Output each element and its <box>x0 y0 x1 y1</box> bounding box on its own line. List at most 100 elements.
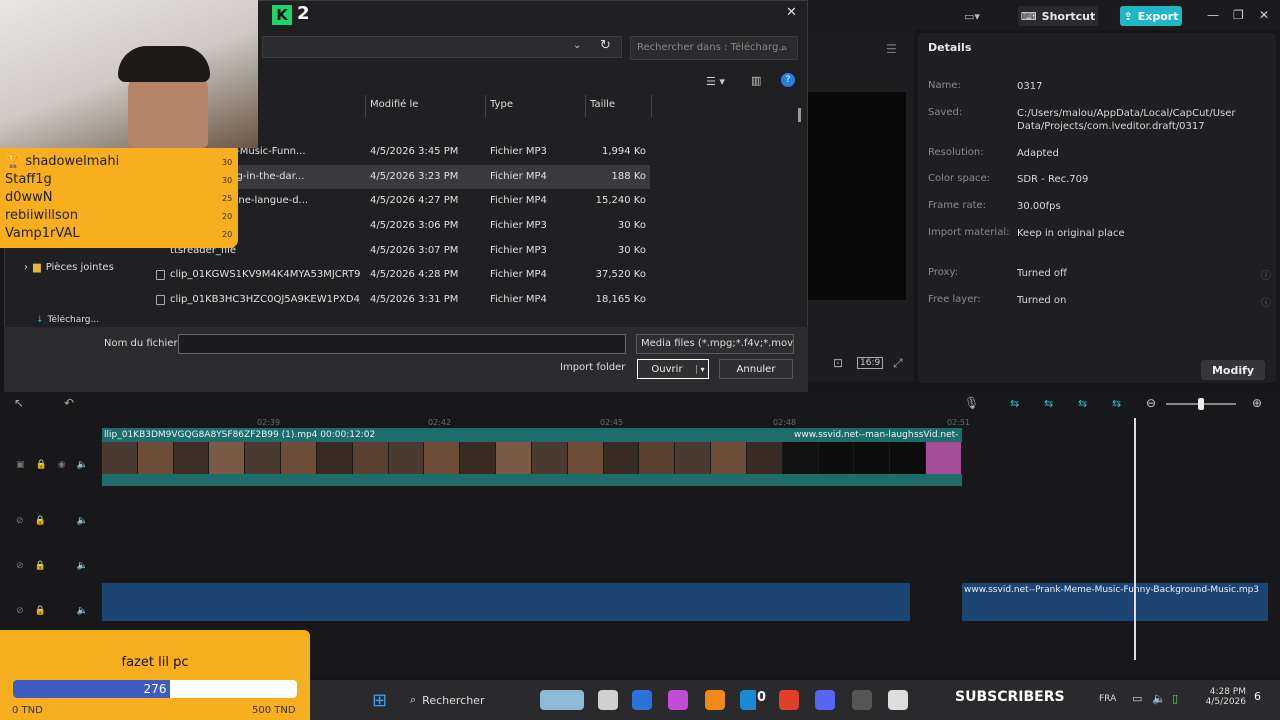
file-row[interactable]: clip_01KB3HC3HZC0QJ5A9KEW1PXD4J 4/5/2026 … <box>150 288 650 312</box>
modify-button[interactable]: Modify <box>1201 360 1265 380</box>
app-icon[interactable] <box>632 690 652 710</box>
eye-icon[interactable]: ◉ <box>58 460 66 470</box>
microphone-icon[interactable]: 🎙 <box>964 396 979 410</box>
goal-title: fazet lil pc <box>121 655 189 670</box>
refresh-icon[interactable]: ↻ <box>600 38 611 53</box>
column-modified[interactable]: Modifié le <box>370 99 418 110</box>
edit-icon[interactable]: ⊘ <box>16 606 24 616</box>
task-view-icon[interactable] <box>598 690 618 710</box>
filename-input[interactable] <box>178 334 626 354</box>
zoom-in-icon[interactable]: ⊕ <box>1252 396 1262 410</box>
fullscreen-icon[interactable]: ⤢ <box>893 356 903 371</box>
chevron-right-icon: › <box>24 262 28 273</box>
help-icon[interactable]: ? <box>781 73 795 87</box>
video-clip[interactable]: llip_01KB3DM9VGQG8A8YSF86ZF2B99 (1).mp4 … <box>102 428 962 486</box>
layout-icon[interactable]: ▭▾ <box>964 6 990 26</box>
trophy-icon: 🏆 <box>5 154 26 169</box>
zoom-slider-handle[interactable] <box>1198 398 1204 410</box>
obs-icon[interactable] <box>852 690 872 710</box>
copilot-icon[interactable] <box>668 690 688 710</box>
nav-item-pieces-jointes[interactable]: › ▆ Pièces jointes <box>24 262 114 273</box>
goal-min: 0 TND <box>12 705 43 716</box>
search-input[interactable]: Rechercher dans : Télécharg... ⌕ <box>630 36 798 60</box>
brave-icon[interactable] <box>779 690 799 710</box>
speaker-icon[interactable]: 🔈 <box>77 606 88 616</box>
maximize-icon[interactable]: ❐ <box>1233 8 1244 22</box>
minimize-icon[interactable]: — <box>1207 8 1219 22</box>
detail-row-resolution: Resolution: Adapted <box>928 147 1059 159</box>
network-icon[interactable]: ▭ <box>1132 692 1142 705</box>
player-screen <box>808 92 906 300</box>
view-options-icon[interactable]: ☰ ▾ <box>706 75 725 88</box>
taskbar-search[interactable]: ⌕ Rechercher <box>404 688 528 712</box>
ruler-tick: 02:51 <box>947 418 971 427</box>
address-bar[interactable]: ⌄ <box>262 36 622 58</box>
video-clip2-label: www.ssvid.net--man-laugh <box>794 430 914 440</box>
file-row[interactable]: clip_01KGWS1KV9M4K4MYA53MJCRT9T 4/5/2026 … <box>150 263 650 287</box>
volume-icon[interactable]: 🔈 <box>1152 692 1166 705</box>
cancel-button[interactable]: Annuler <box>719 359 793 379</box>
detail-row-color-space: Color space: SDR - Rec.709 <box>928 173 1089 185</box>
file-icon <box>156 270 165 280</box>
close-icon[interactable]: ✕ <box>1259 8 1269 22</box>
crop-icon[interactable]: ⊡ <box>833 356 843 370</box>
clip-thumbnails <box>102 442 962 474</box>
lock-icon[interactable]: 🔒 <box>36 460 47 470</box>
track-controls: ⊘ 🔒 🔈 <box>16 606 88 616</box>
lock-icon[interactable]: 🔒 <box>35 606 46 616</box>
audio-clip-2[interactable]: www.ssvid.net--Prank-Meme-Music-Funny-Ba… <box>962 583 1268 621</box>
windows-start-icon[interactable]: ⊞ <box>372 690 387 711</box>
dialog-close-icon[interactable]: ✕ <box>786 5 797 20</box>
open-dropdown-icon[interactable]: ▾ <box>696 364 708 374</box>
lock-icon[interactable]: 🔒 <box>35 516 46 526</box>
notification-count[interactable]: 6 <box>1254 690 1261 703</box>
column-type[interactable]: Type <box>490 99 513 110</box>
lock-icon[interactable]: 🔒 <box>35 561 46 571</box>
leaderboard-name: d0wwN <box>5 190 53 205</box>
capcut-icon[interactable] <box>888 690 908 710</box>
split-icon[interactable]: ⇆ <box>1112 397 1121 410</box>
menu-icon[interactable]: ☰ <box>886 42 897 56</box>
preview-axis-icon[interactable]: ⇆ <box>1078 397 1087 410</box>
leaderboard-score: 25 <box>222 194 233 203</box>
undo-icon[interactable]: ↶ <box>64 396 74 410</box>
snap-icon[interactable]: ⇆ <box>1044 397 1053 410</box>
battery-icon[interactable]: ▯ <box>1172 692 1178 705</box>
discord-icon[interactable] <box>815 690 835 710</box>
widget-icon[interactable] <box>540 690 584 710</box>
search-icon: ⌕ <box>410 693 417 706</box>
cover-icon[interactable]: ▣ <box>16 460 25 470</box>
playhead[interactable] <box>1134 418 1136 660</box>
chevron-down-icon[interactable]: ⌄ <box>573 40 581 51</box>
edit-icon[interactable]: ⊘ <box>16 561 24 571</box>
edit-icon[interactable]: ⊘ <box>16 516 24 526</box>
scrollbar-thumb[interactable] <box>798 108 801 122</box>
taskbar-clock[interactable]: 4:28 PM 4/5/2026 <box>1200 687 1246 707</box>
import-folder-button[interactable]: Import folder <box>560 362 625 373</box>
kick-logo-icon: K <box>272 5 292 25</box>
file-type-select[interactable]: Media files (*.mpg;*.f4v;*.mov;*. <box>636 334 794 354</box>
file-icon <box>156 295 165 305</box>
speaker-icon[interactable]: 🔈 <box>77 561 88 571</box>
shortcut-button[interactable]: ⌨ Shortcut <box>1018 6 1098 26</box>
column-size[interactable]: Taille <box>590 99 615 110</box>
speaker-icon[interactable]: 🔈 <box>77 460 88 470</box>
select-tool-icon[interactable]: ↖ <box>14 396 24 410</box>
ruler-tick: 02:48 <box>773 418 797 427</box>
app-icon[interactable] <box>705 690 725 710</box>
track-controls: ⊘ 🔒 🔈 <box>16 561 88 571</box>
audio-clip-1[interactable] <box>102 583 910 621</box>
nav-item-telechargements[interactable]: ↓ Télécharg... <box>36 315 99 325</box>
goal-max: 500 TND <box>252 705 296 716</box>
language-indicator[interactable]: FRA <box>1099 694 1116 704</box>
ratio-button[interactable]: 16:9 <box>857 357 884 369</box>
link-icon[interactable]: ⇆ <box>1010 397 1019 410</box>
open-button[interactable]: Ouvrir ▾ <box>637 359 709 379</box>
zoom-out-icon[interactable]: ⊖ <box>1146 396 1156 410</box>
leaderboard-score: 20 <box>222 212 233 221</box>
info-icon[interactable]: ⓘ <box>1261 267 1271 282</box>
info-icon[interactable]: ⓘ <box>1261 294 1271 309</box>
preview-pane-icon[interactable]: ▥ <box>751 74 761 87</box>
speaker-icon[interactable]: 🔈 <box>77 516 88 526</box>
export-button[interactable]: ⇪ Export <box>1120 6 1182 26</box>
